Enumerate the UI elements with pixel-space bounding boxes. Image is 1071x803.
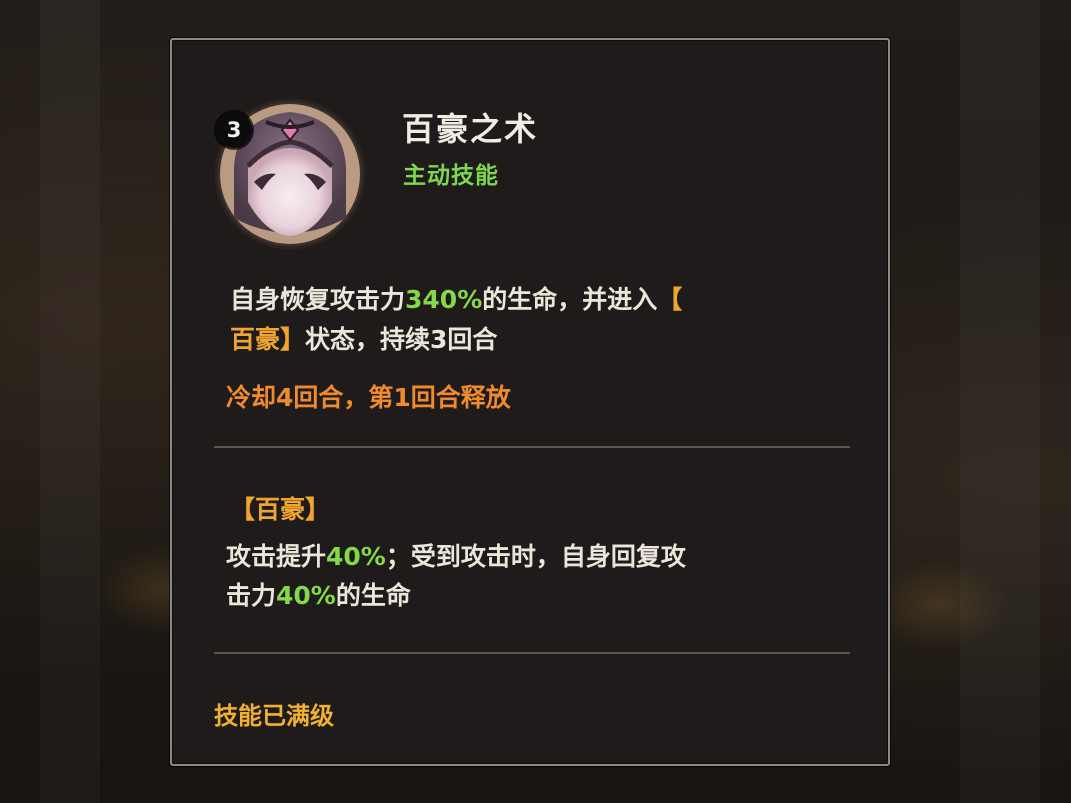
status-text: 攻击提升 [226,542,327,571]
heal-on-hit-value: 40% [276,581,336,610]
background-glow [870,560,1010,650]
skill-tooltip-panel: 3 百豪之术 主动技能 自身恢复攻击力340%的生命，并进入【 百豪】状态，持续3… [170,38,890,766]
background-pillar [40,0,100,803]
max-level-text: 技能已满级 [214,702,334,730]
background-pillar [960,0,1040,803]
skill-description: 自身恢复攻击力340%的生命，并进入【百豪】状态，持续3回合 [230,280,830,360]
divider [214,652,850,654]
description-text: 自身恢复攻击力 [230,285,406,314]
cooldown-text: 冷却4回合，第1回合释放 [226,383,511,412]
status-text: 击力 [226,581,277,610]
skill-name: 百豪之术 [402,110,539,148]
status-bracket-open: 【 [657,285,683,314]
description-text: 状态，持续3回合 [305,325,498,354]
description-text: 的生命，并进入 [482,285,658,314]
skill-level-badge: 3 [216,112,252,148]
status-text: 的生命 [335,581,411,610]
status-effect-title: 【百豪】 [230,495,331,524]
status-bracket-close: 】 [280,325,306,354]
status-text: ；受到攻击时，自身回复攻 [385,542,686,571]
heal-percent-value: 340% [405,285,483,314]
skill-type-label: 主动技能 [403,163,499,189]
status-name: 百豪 [230,325,281,354]
status-effect-description: 攻击提升40%；受到攻击时，自身回复攻 击力40%的生命 [226,537,846,615]
divider [214,446,850,448]
attack-boost-value: 40% [326,542,386,571]
